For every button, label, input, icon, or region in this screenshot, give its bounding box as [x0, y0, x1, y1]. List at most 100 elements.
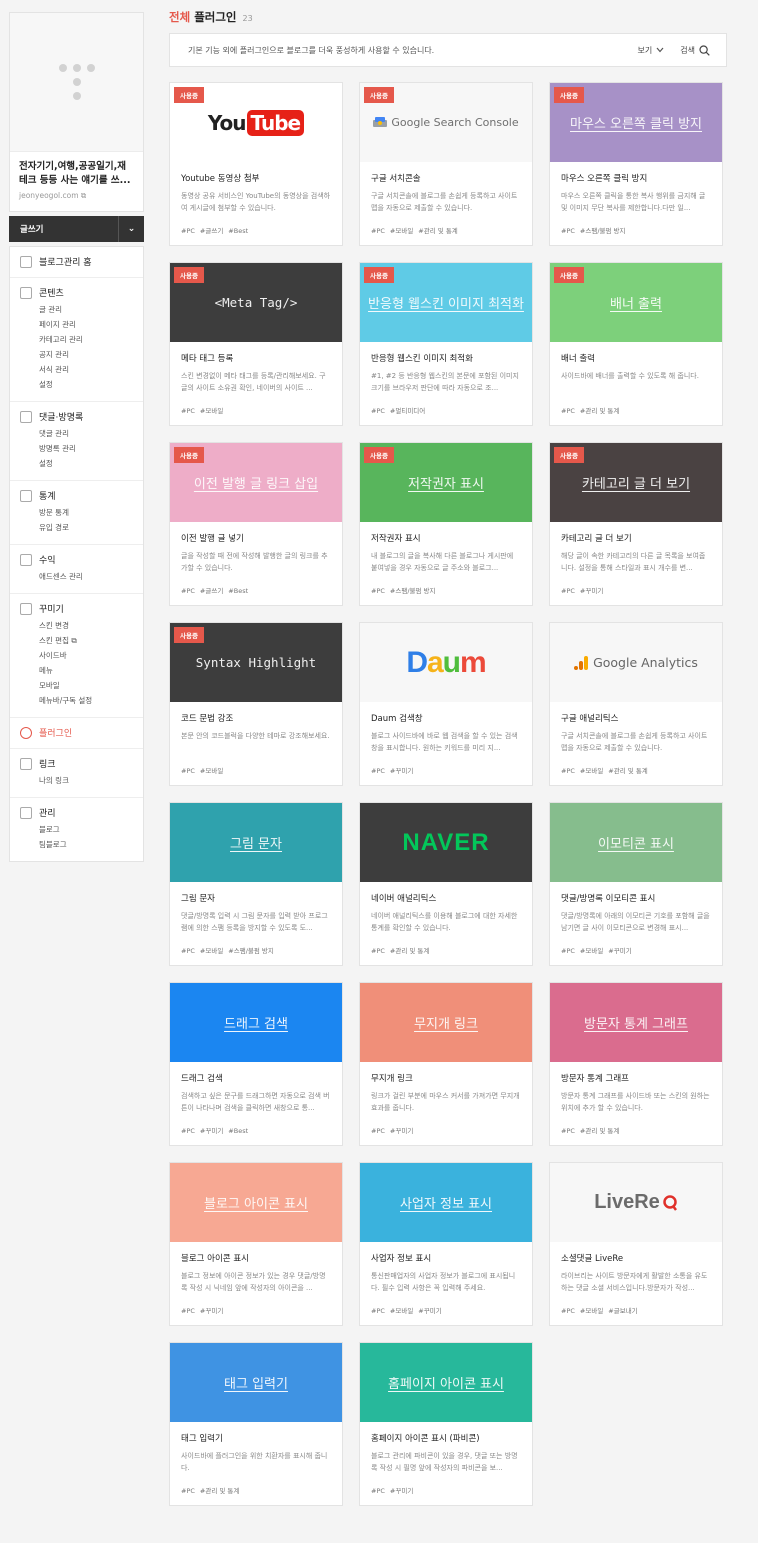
- plugin-thumbnail[interactable]: <Meta Tag/> 사용중: [170, 263, 342, 342]
- plugin-card[interactable]: Syntax Highlight 사용중 코드 문법 강조 본문 안의 코드블럭을 다…: [169, 622, 343, 786]
- menu-item[interactable]: 설정: [39, 377, 133, 392]
- plugin-title: 사업자 정보 표시: [371, 1254, 432, 1264]
- plugin-thumbnail[interactable]: 홈페이지 아이콘 표시: [360, 1343, 532, 1422]
- plugin-thumbnail[interactable]: Syntax Highlight 사용중: [170, 623, 342, 702]
- plugin-thumbnail[interactable]: LiveRe: [550, 1163, 722, 1242]
- blog-profile-image[interactable]: [10, 13, 143, 152]
- plugin-card[interactable]: 무지개 링크 무지개 링크 링크가 걸린 부분에 마우스 커서를 가져가면 무지개 …: [359, 982, 533, 1146]
- plugin-thumbnail[interactable]: 무지개 링크: [360, 983, 532, 1062]
- blog-url-link[interactable]: jeonyeogol.com ⧉: [19, 191, 134, 201]
- plugin-thumbnail[interactable]: 이전 발행 글 링크 삽입 사용중: [170, 443, 342, 522]
- menu-heading[interactable]: 플러그인: [20, 726, 133, 739]
- menu-sublist: 애드센스 관리: [20, 569, 133, 584]
- plugin-tag: #모바일: [579, 767, 604, 775]
- plugin-thumbnail[interactable]: Daum: [360, 623, 532, 702]
- plugin-card[interactable]: You Tube 사용중 Youtube 동영상 첨부 동영상 공유 서비스인 YouT…: [169, 82, 343, 246]
- menu-heading[interactable]: 링크: [20, 757, 133, 770]
- plugin-card[interactable]: 사업자 정보 표시 사업자 정보 표시 통신판매업자의 사업자 정보가 블로그에 표…: [359, 1162, 533, 1326]
- view-dropdown[interactable]: 보기: [638, 45, 665, 56]
- search-button[interactable]: 검색: [680, 44, 710, 56]
- plugin-description: 글을 작성할 때 전에 작성해 발행한 글의 링크를 추가할 수 있습니다.: [181, 552, 328, 572]
- plugin-card[interactable]: Google Search Console 사용중 구글 서치콘솔 구글 서치콘솔에 …: [359, 82, 533, 246]
- plugin-card[interactable]: 방문자 통계 그래프 방문자 통계 그래프 방문자 통계 그래프를 사이드바 또는 …: [549, 982, 723, 1146]
- menu-item[interactable]: 카테고리 관리: [39, 332, 133, 347]
- plugin-card[interactable]: 그림 문자 그림 문자 댓글/방명록 입력 시 그림 문자를 입력 받아 프로그램에…: [169, 802, 343, 966]
- plugin-card[interactable]: 카테고리 글 더 보기 사용중 카테고리 글 더 보기 해당 글이 속한 카테고리의 …: [549, 442, 723, 606]
- menu-item[interactable]: 팀블로그: [39, 837, 133, 852]
- menu-item[interactable]: 방명록 관리: [39, 441, 133, 456]
- menu-heading[interactable]: 블로그관리 홈: [20, 255, 133, 268]
- livere-logo: LiveRe: [594, 1191, 678, 1214]
- menu-item[interactable]: 댓글 관리: [39, 426, 133, 441]
- plugin-tag: #PC: [371, 407, 385, 415]
- blog-title[interactable]: 전자기기,여행,공공일기,재테크 등등 사는 얘기를 쓰...: [19, 160, 134, 188]
- write-post-button[interactable]: 글쓰기 ⌄: [9, 216, 144, 242]
- plugin-card[interactable]: Da u m Daum 검색창 블로그 사이드바에 바로 웹 검색을 할 수 있는 검색…: [359, 622, 533, 786]
- menu-item[interactable]: 공지 관리: [39, 347, 133, 362]
- menu-item[interactable]: 애드센스 관리: [39, 569, 133, 584]
- plugin-card-body: 구글 서치콘솔 구글 서치콘솔에 블로그를 손쉽게 등록하고 사이트맵을 자동으로…: [360, 162, 532, 235]
- plugin-thumbnail[interactable]: 태그 입력기: [170, 1343, 342, 1422]
- plugin-thumbnail[interactable]: 반응형 웹스킨 이미지 최적화 사용중: [360, 263, 532, 342]
- plugin-thumbnail[interactable]: Google Analytics: [550, 623, 722, 702]
- plugin-card[interactable]: LiveRe 소셜댓글 LiveRe 라이브리는 사이트 방문자에게 활발한 소통을…: [549, 1162, 723, 1326]
- menu-item[interactable]: 유입 경로: [39, 520, 133, 535]
- plugin-thumbnail[interactable]: 마우스 오른쪽 클릭 방지 사용중: [550, 83, 722, 162]
- menu-heading-label: 통계: [39, 492, 56, 502]
- plugin-thumbnail[interactable]: 카테고리 글 더 보기 사용중: [550, 443, 722, 522]
- menu-heading[interactable]: 수익: [20, 553, 133, 566]
- plugin-card[interactable]: Google Analytics 구글 애널리틱스 구글 서치콘솔에 블로그를 손쉽…: [549, 622, 723, 786]
- plugin-card[interactable]: 이전 발행 글 링크 삽입 사용중 이전 발행 글 넣기 글을 작성할 때 전에 작성…: [169, 442, 343, 606]
- plugin-tag: #꾸미기: [579, 587, 604, 595]
- plugin-card[interactable]: 저작권자 표시 사용중 저작권자 표시 내 블로그의 글을 복사해 다른 블로그나 게…: [359, 442, 533, 606]
- menu-item[interactable]: 설정: [39, 456, 133, 471]
- plugin-card[interactable]: NAVER 네이버 애널리틱스 네이버 애널리틱스를 이용해 블로그에 대한 자세한…: [359, 802, 533, 966]
- plugin-card[interactable]: 마우스 오른쪽 클릭 방지 사용중 마우스 오른쪽 클릭 방지 마우스 오른쪽 클릭을…: [549, 82, 723, 246]
- plugin-card[interactable]: 태그 입력기 태그 입력기 사이드바에 플러그인을 위한 치환자를 표시해 줍니다.…: [169, 1342, 343, 1506]
- plugin-card[interactable]: 드래그 검색 드래그 검색 검색하고 싶은 문구를 드래그하면 자동으로 검색 버튼…: [169, 982, 343, 1146]
- plugin-card[interactable]: 반응형 웹스킨 이미지 최적화 사용중 반응형 웹스킨 이미지 최적화 #1, #2 …: [359, 262, 533, 426]
- menu-heading[interactable]: 콘텐츠: [20, 286, 133, 299]
- plugin-title: 방문자 통계 그래프: [561, 1074, 629, 1084]
- menu-item[interactable]: 스킨 편집 ⧉: [39, 633, 133, 648]
- plugin-thumbnail[interactable]: 그림 문자: [170, 803, 342, 882]
- plugin-thumbnail[interactable]: You Tube 사용중: [170, 83, 342, 162]
- menu-item[interactable]: 방문 통계: [39, 505, 133, 520]
- plugin-tags: #PC #모바일 #관리 및 통계: [371, 225, 521, 235]
- plugin-thumbnail[interactable]: NAVER: [360, 803, 532, 882]
- plugin-thumbnail[interactable]: 드래그 검색: [170, 983, 342, 1062]
- menu-item[interactable]: 모바일: [39, 678, 133, 693]
- menu-heading[interactable]: 꾸미기: [20, 602, 133, 615]
- plugin-card[interactable]: 블로그 아이콘 표시 블로그 아이콘 표시 블로그 정보에 아이콘 정보가 있는 경…: [169, 1162, 343, 1326]
- menu-item[interactable]: 글 관리: [39, 302, 133, 317]
- plugin-thumbnail[interactable]: 방문자 통계 그래프: [550, 983, 722, 1062]
- plugin-thumbnail[interactable]: 사업자 정보 표시: [360, 1163, 532, 1242]
- chevron-down-icon[interactable]: ⌄: [118, 216, 144, 242]
- menu-item[interactable]: 사이드바: [39, 648, 133, 663]
- plugin-tag: #관리 및 통계: [389, 947, 430, 955]
- menu-item[interactable]: 메뉴: [39, 663, 133, 678]
- menu-item[interactable]: 스킨 변경: [39, 618, 133, 633]
- plugin-thumbnail[interactable]: 이모티콘 표시: [550, 803, 722, 882]
- plugin-card[interactable]: <Meta Tag/> 사용중 메타 태그 등록 스킨 변경없이 메타 태그를 등록/…: [169, 262, 343, 426]
- menu-heading-label: 링크: [39, 760, 56, 770]
- youtube-logo-icon: You Tube: [208, 109, 305, 136]
- menu-item[interactable]: 나의 링크: [39, 773, 133, 788]
- plugin-thumbnail[interactable]: 블로그 아이콘 표시: [170, 1163, 342, 1242]
- menu-heading[interactable]: 관리: [20, 806, 133, 819]
- plugin-tag: #PC: [561, 1127, 575, 1135]
- menu-heading[interactable]: 댓글·방명록: [20, 410, 133, 423]
- plugin-description: 방문자 통계 그래프를 사이드바 또는 스킨의 원하는 위치에 추가 할 수 있…: [561, 1092, 710, 1112]
- menu-item[interactable]: 페이지 관리: [39, 317, 133, 332]
- plugin-card[interactable]: 홈페이지 아이콘 표시 홈페이지 아이콘 표시 (파비콘) 블로그 관리에 파비콘이…: [359, 1342, 533, 1506]
- plugin-card[interactable]: 배너 출력 사용중 배너 출력 사이드바에 배너를 출력할 수 있도록 해 줍니다. #…: [549, 262, 723, 426]
- plugin-card[interactable]: 이모티콘 표시 댓글/방명록 이모티콘 표시 댓글/방명록에 아래의 이모티콘 기호…: [549, 802, 723, 966]
- plugin-thumbnail[interactable]: 저작권자 표시 사용중: [360, 443, 532, 522]
- plugin-thumbnail[interactable]: Google Search Console 사용중: [360, 83, 532, 162]
- menu-heading[interactable]: 통계: [20, 489, 133, 502]
- menu-item[interactable]: 블로그: [39, 822, 133, 837]
- menu-item[interactable]: 메뉴바/구독 설정: [39, 693, 133, 708]
- plugin-tag: #모바일: [199, 407, 224, 415]
- menu-item[interactable]: 서식 관리: [39, 362, 133, 377]
- plugin-thumbnail[interactable]: 배너 출력 사용중: [550, 263, 722, 342]
